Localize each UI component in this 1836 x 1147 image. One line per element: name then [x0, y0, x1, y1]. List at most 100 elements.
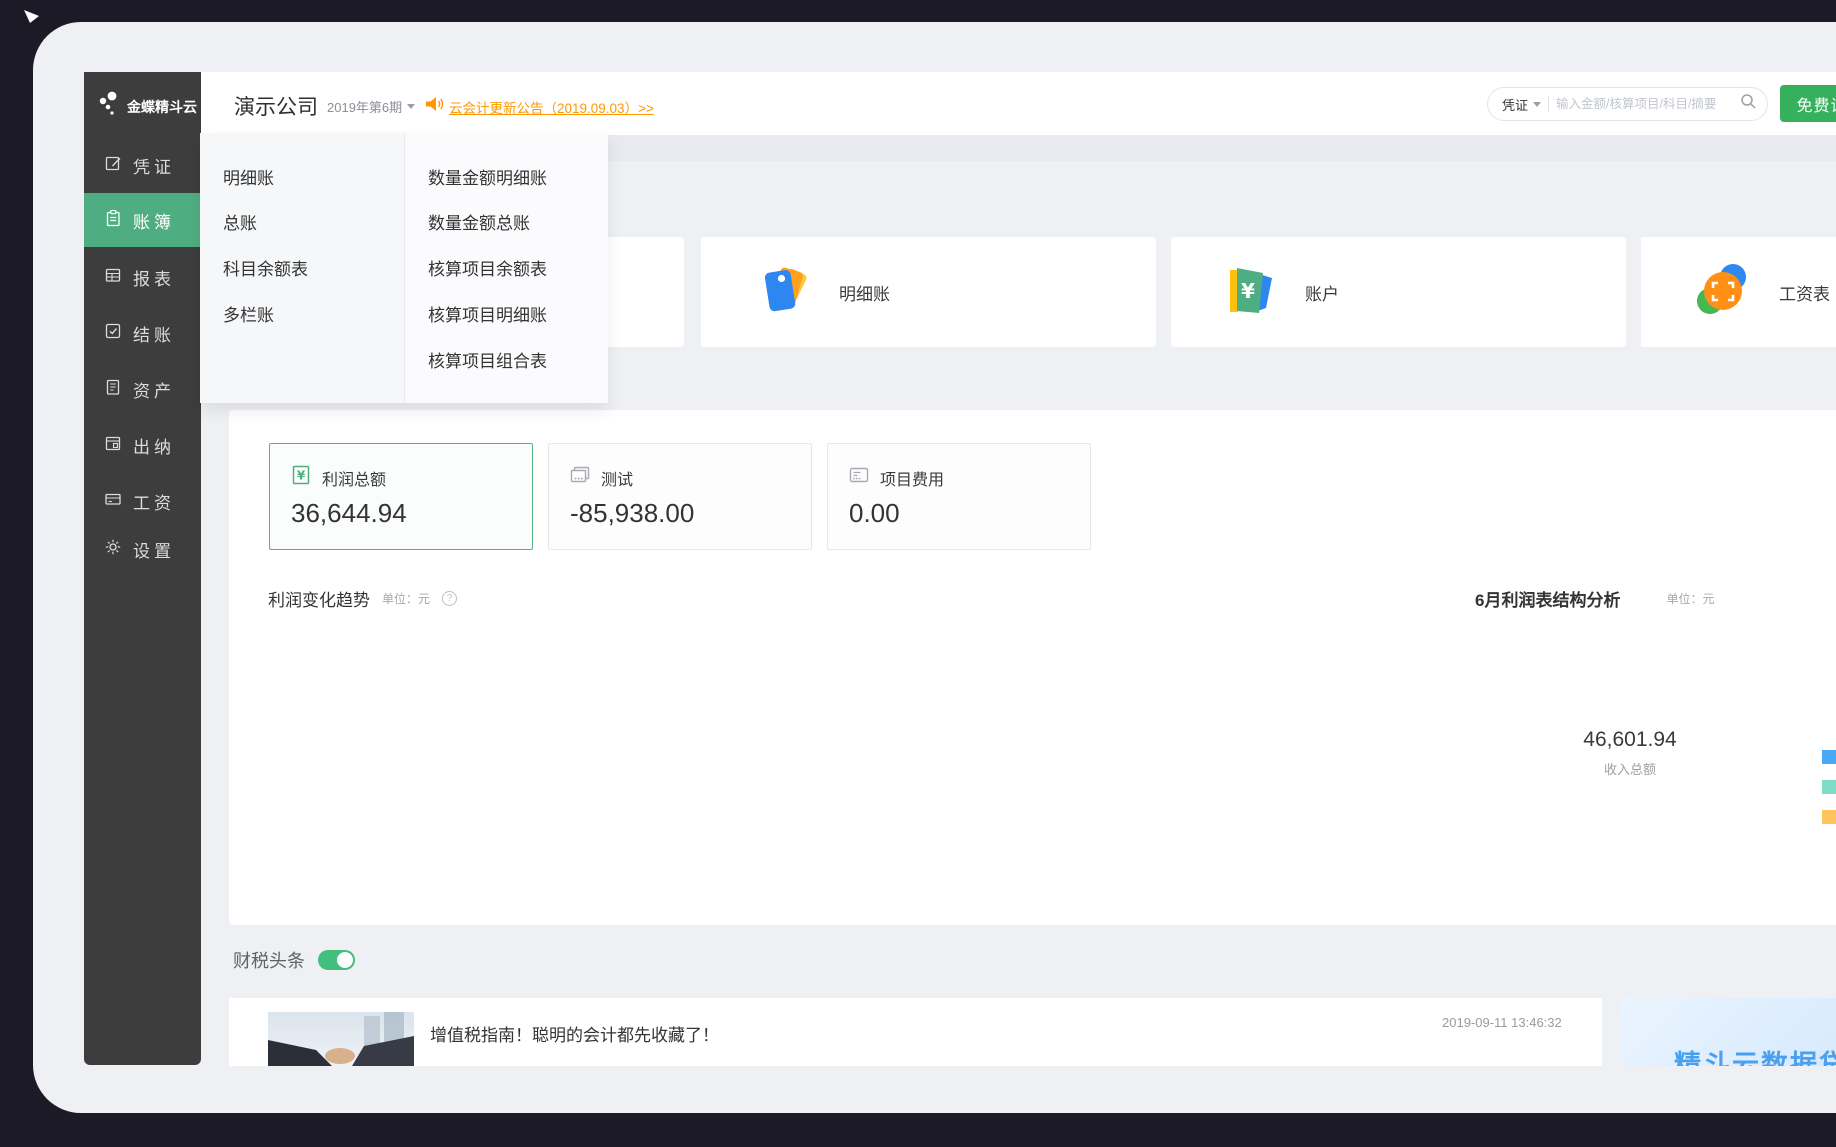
svg-text:¥: ¥	[1241, 279, 1255, 303]
payroll-icon	[104, 490, 122, 513]
stat-card-project-expense[interactable]: 项目费用 0.00	[827, 443, 1091, 550]
cashier-icon	[104, 434, 122, 457]
stat-card-test[interactable]: 测试 -85,938.00	[548, 443, 812, 550]
trend-chart-header: 利润变化趋势 单位：元 ?	[268, 586, 457, 611]
asset-icon	[104, 378, 122, 401]
quick-card-detail-ledger[interactable]: 明细账	[701, 237, 1156, 347]
structure-chart-title: 6月利润表结构分析	[1475, 586, 1620, 611]
question-icon[interactable]: ?	[442, 591, 457, 606]
income-total-value: 46,601.94	[1545, 728, 1715, 752]
menu-item-account-balance[interactable]: 科目余额表	[223, 258, 308, 282]
quick-card-accounts[interactable]: ¥ 账户	[1171, 237, 1626, 347]
mouse-cursor-icon	[24, 10, 40, 30]
legend-swatch-2	[1822, 780, 1836, 794]
logo-text: 金蝶精斗云	[127, 97, 197, 117]
menu-item-qty-detail-ledger[interactable]: 数量金额明细账	[428, 167, 547, 191]
sidebar-item-label: 报表	[133, 265, 175, 290]
test-icon	[569, 464, 591, 491]
search-category-select[interactable]: 凭证	[1502, 95, 1541, 114]
structure-chart-unit: 单位：元	[1666, 590, 1714, 607]
chevron-down-icon	[1533, 102, 1541, 107]
sidebar-item-voucher[interactable]: 凭证	[84, 138, 201, 192]
ledger-icon	[104, 209, 122, 232]
voucher-icon	[104, 154, 122, 177]
stat-value: 0.00	[849, 498, 900, 529]
global-search: 凭证	[1487, 87, 1768, 121]
legend-swatch-3	[1822, 810, 1836, 824]
sidebar: 金蝶精斗云 凭证 账簿 报表	[84, 72, 201, 1065]
period-label: 2019年第6期	[327, 97, 402, 116]
menu-item-qty-general-ledger[interactable]: 数量金额总账	[428, 212, 530, 236]
free-trial-button[interactable]: 免费试	[1780, 85, 1836, 122]
trend-chart-title: 利润变化趋势	[268, 586, 370, 611]
quick-card-label: 工资表	[1779, 280, 1830, 305]
donut-center-label: 46,601.94 收入总额	[1545, 728, 1715, 778]
megaphone-icon	[425, 96, 444, 118]
menu-item-multi-column[interactable]: 多栏账	[223, 304, 274, 328]
legend-swatch-1	[1822, 750, 1836, 764]
stat-value: 36,644.94	[291, 498, 407, 529]
search-icon[interactable]	[1740, 93, 1757, 115]
quick-card-label: 明细账	[839, 280, 890, 305]
news-section-header: 财税头条	[233, 947, 355, 973]
sidebar-item-label: 设置	[133, 537, 175, 562]
sidebar-item-label: 凭证	[133, 153, 175, 178]
closing-icon	[104, 322, 122, 345]
profit-icon: ¥	[290, 464, 312, 491]
gear-icon	[104, 538, 122, 561]
toggle-knob	[337, 952, 353, 968]
sidebar-item-label: 出纳	[133, 433, 175, 458]
sidebar-item-cashier[interactable]: 出纳	[84, 418, 201, 472]
sidebar-item-closing[interactable]: 结账	[84, 306, 201, 360]
dots-logo-icon	[98, 90, 122, 123]
income-total-label: 收入总额	[1545, 759, 1715, 778]
sidebar-item-payroll[interactable]: 工资	[84, 474, 201, 528]
sidebar-item-settings[interactable]: 设置	[84, 522, 201, 576]
expense-icon	[848, 464, 870, 491]
stat-card-profit[interactable]: ¥ 利润总额 36,644.94	[269, 443, 533, 550]
promo-text: 精斗云数据贷	[1674, 1043, 1836, 1066]
sidebar-item-ledger[interactable]: 账簿	[84, 193, 201, 247]
stat-label: 项目费用	[880, 466, 944, 490]
ledger-menu-column-2: 数量金额明细账 数量金额总账 核算项目余额表 核算项目明细账 核算项目组合表	[404, 133, 608, 403]
ledger-dropdown-menu: 明细账 总账 科目余额表 多栏账 数量金额明细账 数量金额总账 核算项目余额表 …	[200, 133, 608, 403]
sidebar-item-assets[interactable]: 资产	[84, 362, 201, 416]
search-input[interactable]	[1556, 97, 1733, 111]
app-window: 演示公司 2019年第6期 云会计更新公告（2019.09.03）>> 凭证	[33, 22, 1836, 1113]
trend-chart-unit: 单位：元	[382, 590, 430, 607]
tags-icon	[755, 262, 811, 323]
announcement-link[interactable]: 云会计更新公告（2019.09.03）>>	[449, 97, 654, 117]
period-selector[interactable]: 2019年第6期	[327, 97, 415, 116]
menu-item-item-balance[interactable]: 核算项目余额表	[428, 258, 547, 282]
sidebar-item-label: 结账	[133, 321, 175, 346]
quick-card-label: 账户	[1305, 280, 1339, 305]
news-section-title: 财税头条	[233, 947, 305, 973]
menu-item-detail-ledger[interactable]: 明细账	[223, 167, 274, 191]
report-icon	[104, 266, 122, 289]
chevron-down-icon	[407, 104, 415, 109]
ledger-menu-column-1: 明细账 总账 科目余额表 多栏账	[200, 133, 404, 403]
top-header: 演示公司 2019年第6期 云会计更新公告（2019.09.03）>> 凭证	[201, 72, 1836, 135]
news-item[interactable]: 增值税指南！聪明的会计都先收藏了！ 2019-09-11 13:46:32	[229, 998, 1602, 1066]
payslip-icon	[1695, 262, 1751, 323]
menu-item-item-detail[interactable]: 核算项目明细账	[428, 304, 547, 328]
news-item-title: 增值税指南！聪明的会计都先收藏了！	[430, 1021, 719, 1046]
search-category-label: 凭证	[1502, 95, 1528, 114]
stat-value: -85,938.00	[570, 498, 694, 529]
stat-label: 利润总额	[322, 466, 386, 490]
quick-card-payslip[interactable]: 工资表	[1641, 237, 1836, 347]
structure-chart-header: 6月利润表结构分析 单位：元	[1475, 586, 1714, 611]
app-logo: 金蝶精斗云	[98, 90, 197, 123]
sidebar-item-reports[interactable]: 报表	[84, 250, 201, 304]
menu-item-item-combination[interactable]: 核算项目组合表	[428, 350, 547, 374]
sidebar-item-label: 账簿	[133, 208, 175, 233]
company-name[interactable]: 演示公司	[234, 91, 318, 121]
menu-item-general-ledger[interactable]: 总账	[223, 212, 257, 236]
promo-banner[interactable]: 精斗云数据贷	[1619, 998, 1836, 1066]
sidebar-item-label: 资产	[133, 377, 175, 402]
news-toggle[interactable]	[318, 950, 355, 970]
news-item-time: 2019-09-11 13:46:32	[1442, 1015, 1562, 1030]
stat-label: 测试	[601, 466, 633, 490]
sidebar-item-label: 工资	[133, 489, 175, 514]
divider	[1548, 96, 1549, 112]
